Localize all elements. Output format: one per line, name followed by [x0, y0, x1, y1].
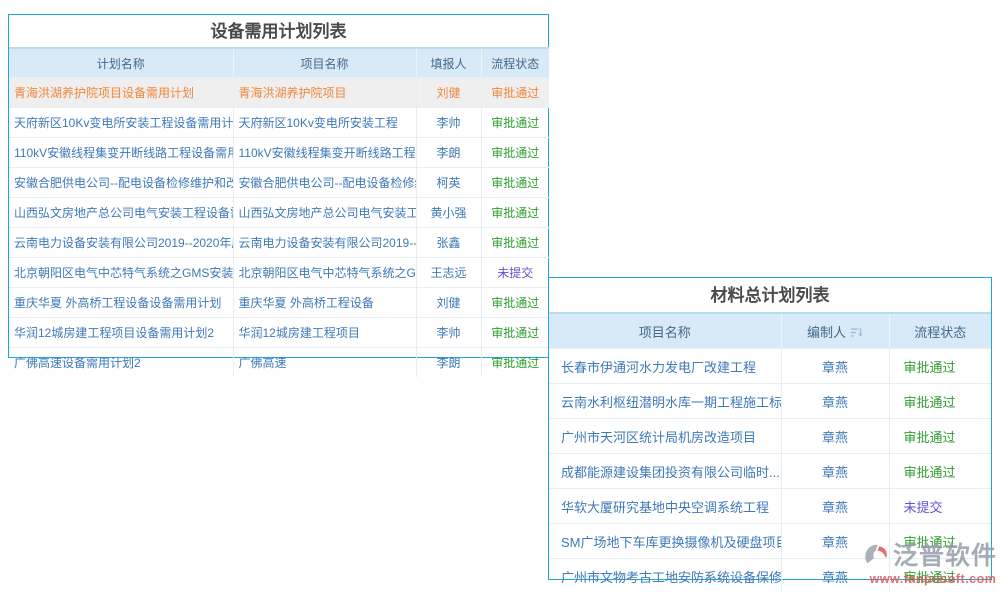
sort-icon[interactable] [851, 326, 863, 341]
plan-name-link[interactable]: 110kV安徽线程集变开断线路工程设备需用计划 [9, 137, 233, 168]
column-header-project-name: 项目名称 [232, 47, 416, 78]
status-badge: 审批通过 [888, 558, 991, 593]
column-header-status: 流程状态 [480, 47, 549, 78]
status-badge: 审批通过 [888, 418, 991, 454]
project-name-link[interactable]: 华软大厦研究基地中央空调系统工程 [549, 488, 781, 524]
plan-name-link[interactable]: 华润12城房建工程项目设备需用计划2 [9, 317, 233, 348]
material-table-body: 长春市伊通河水力发电厂改建工程 章燕 审批通过 云南水利枢纽潜明水库一期工程施工标 章燕… [549, 348, 991, 593]
column-header-compiler[interactable]: 编制人 [780, 312, 889, 349]
column-header-filler: 填报人 [415, 47, 481, 78]
equipment-plan-panel: 设备需用计划列表 计划名称 项目名称 填报人 流程状态 青海洪湖养护院项目设备需… [8, 14, 549, 377]
table-row[interactable]: 华软大厦研究基地中央空调系统工程 章燕 未提交 [549, 488, 991, 524]
column-header-project-name: 项目名称 [549, 312, 781, 349]
equipment-plan-table: 计划名称 项目名称 填报人 流程状态 青海洪湖养护院项目设备需用计划 青海洪湖养护… [9, 47, 549, 377]
table-row[interactable]: 广州市文物考古工地安防系统设备保修 章燕 审批通过 [549, 558, 991, 593]
table-row[interactable]: 云南电力设备安装有限公司2019--2020年度劳...云南电力设备安装有限公司… [9, 227, 549, 258]
status-badge: 审批通过 [480, 167, 549, 198]
table-row[interactable]: 重庆华夏 外高桥工程设备设备需用计划 重庆华夏 外高桥工程设备 刘健 审批通过 [9, 287, 549, 318]
plan-name-link[interactable]: 天府新区10Kv变电所安装工程设备需用计划 [9, 107, 233, 138]
equipment-panel-title: 设备需用计划列表 [210, 22, 347, 41]
project-name-link[interactable]: 青海洪湖养护院项目 [232, 77, 416, 108]
plan-name-link[interactable]: 青海洪湖养护院项目设备需用计划 [9, 77, 233, 108]
plan-name-link[interactable]: 安徽合肥供电公司--配电设备检修维护和改造... [9, 167, 233, 198]
table-row[interactable]: 广州市天河区统计局机房改造项目 章燕 审批通过 [549, 418, 991, 454]
compiler-name: 章燕 [780, 523, 889, 559]
status-badge: 审批通过 [480, 287, 549, 318]
filler-name: 刘健 [415, 287, 481, 318]
project-name-link[interactable]: 云南电力设备安装有限公司2019--2... [232, 227, 416, 258]
project-name-link[interactable]: 广州市天河区统计局机房改造项目 [549, 418, 781, 454]
project-name-link[interactable]: 广州市文物考古工地安防系统设备保修 [549, 558, 781, 593]
status-badge: 未提交 [480, 257, 549, 288]
table-row[interactable]: 青海洪湖养护院项目设备需用计划 青海洪湖养护院项目 刘健 审批通过 [9, 77, 549, 108]
status-badge: 审批通过 [480, 107, 549, 138]
filler-name: 李朗 [415, 137, 481, 168]
table-row[interactable]: 安徽合肥供电公司--配电设备检修维护和改造...安徽合肥供电公司--配电设备检修… [9, 167, 549, 198]
plan-name-link[interactable]: 云南电力设备安装有限公司2019--2020年度劳... [9, 227, 233, 258]
project-name-link[interactable]: 成都能源建设集团投资有限公司临时... [549, 453, 781, 489]
status-badge: 审批通过 [480, 347, 549, 377]
status-badge: 审批通过 [888, 523, 991, 559]
filler-name: 李帅 [415, 107, 481, 138]
table-row[interactable]: 华润12城房建工程项目设备需用计划2 华润12城房建工程项目 李帅 审批通过 [9, 317, 549, 348]
plan-name-link[interactable]: 北京朝阳区电气中芯特气系统之GMS安装设备... [9, 257, 233, 288]
status-badge: 审批通过 [888, 383, 991, 419]
compiler-name: 章燕 [780, 418, 889, 454]
project-name-link[interactable]: 北京朝阳区电气中芯特气系统之GM... [232, 257, 416, 288]
table-row[interactable]: 云南水利枢纽潜明水库一期工程施工标 章燕 审批通过 [549, 383, 991, 419]
compiler-name: 章燕 [780, 558, 889, 593]
table-row[interactable]: 成都能源建设集团投资有限公司临时... 章燕 审批通过 [549, 453, 991, 489]
project-name-link[interactable]: 云南水利枢纽潜明水库一期工程施工标 [549, 383, 781, 419]
filler-name: 王志远 [415, 257, 481, 288]
material-table-header-row: 项目名称 编制人 流程状态 [549, 312, 991, 349]
project-name-link[interactable]: SM广场地下车库更换摄像机及硬盘项目 [549, 523, 781, 559]
project-name-link[interactable]: 长春市伊通河水力发电厂改建工程 [549, 348, 781, 384]
project-name-link[interactable]: 天府新区10Kv变电所安装工程 [232, 107, 416, 138]
material-plan-panel: 材料总计划列表 项目名称 编制人 流程状态 长春市伊通河水力发电厂改建工程 章燕审… [548, 277, 992, 593]
table-row[interactable]: 广佛高速设备需用计划2 广佛高速 李朗 审批通过 [9, 347, 549, 377]
project-name-link[interactable]: 110kV安徽线程集变开断线路工程 [232, 137, 416, 168]
table-row[interactable]: 天府新区10Kv变电所安装工程设备需用计划 天府新区10Kv变电所安装工程 李帅 审批… [9, 107, 549, 138]
filler-name: 刘健 [415, 77, 481, 108]
plan-name-link[interactable]: 广佛高速设备需用计划2 [9, 347, 233, 377]
status-badge: 审批通过 [480, 77, 549, 108]
column-header-compiler-label: 编制人 [806, 324, 846, 340]
project-name-link[interactable]: 华润12城房建工程项目 [232, 317, 416, 348]
filler-name: 李朗 [415, 347, 481, 377]
filler-name: 张鑫 [415, 227, 481, 258]
filler-name: 黄小强 [415, 197, 481, 228]
material-plan-table: 项目名称 编制人 流程状态 长春市伊通河水力发电厂改建工程 章燕 审批通过 云南水利枢… [549, 312, 991, 593]
status-badge: 审批通过 [480, 197, 549, 228]
compiler-name: 章燕 [780, 383, 889, 419]
plan-name-link[interactable]: 重庆华夏 外高桥工程设备设备需用计划 [9, 287, 233, 318]
compiler-name: 章燕 [780, 348, 889, 384]
table-row[interactable]: 北京朝阳区电气中芯特气系统之GMS安装设备...北京朝阳区电气中芯特气系统之GM… [9, 257, 549, 288]
status-badge: 审批通过 [888, 348, 991, 384]
project-name-link[interactable]: 广佛高速 [232, 347, 416, 377]
filler-name: 柯英 [415, 167, 481, 198]
table-row[interactable]: 长春市伊通河水力发电厂改建工程 章燕 审批通过 [549, 348, 991, 384]
material-panel-title: 材料总计划列表 [710, 286, 830, 305]
table-row[interactable]: 山西弘文房地产总公司电气安装工程设备需用...山西弘文房地产总公司电气安装工程黄… [9, 197, 549, 228]
project-name-link[interactable]: 安徽合肥供电公司--配电设备检修维... [232, 167, 416, 198]
project-name-link[interactable]: 重庆华夏 外高桥工程设备 [232, 287, 416, 318]
equipment-table-header-row: 计划名称 项目名称 填报人 流程状态 [9, 47, 549, 78]
column-header-plan-name: 计划名称 [9, 47, 233, 78]
compiler-name: 章燕 [780, 488, 889, 524]
table-row[interactable]: SM广场地下车库更换摄像机及硬盘项目 章燕 审批通过 [549, 523, 991, 559]
status-badge: 审批通过 [480, 227, 549, 258]
status-badge: 未提交 [888, 488, 991, 524]
status-badge: 审批通过 [480, 137, 549, 168]
equipment-table-body: 青海洪湖养护院项目设备需用计划 青海洪湖养护院项目 刘健 审批通过 天府新区10Kv变电… [9, 77, 549, 377]
column-header-status: 流程状态 [888, 312, 991, 349]
filler-name: 李帅 [415, 317, 481, 348]
plan-name-link[interactable]: 山西弘文房地产总公司电气安装工程设备需用... [9, 197, 233, 228]
compiler-name: 章燕 [780, 453, 889, 489]
status-badge: 审批通过 [888, 453, 991, 489]
project-name-link[interactable]: 山西弘文房地产总公司电气安装工程 [232, 197, 416, 228]
table-row[interactable]: 110kV安徽线程集变开断线路工程设备需用计划110kV安徽线程集变开断线路工程… [9, 137, 549, 168]
status-badge: 审批通过 [480, 317, 549, 348]
